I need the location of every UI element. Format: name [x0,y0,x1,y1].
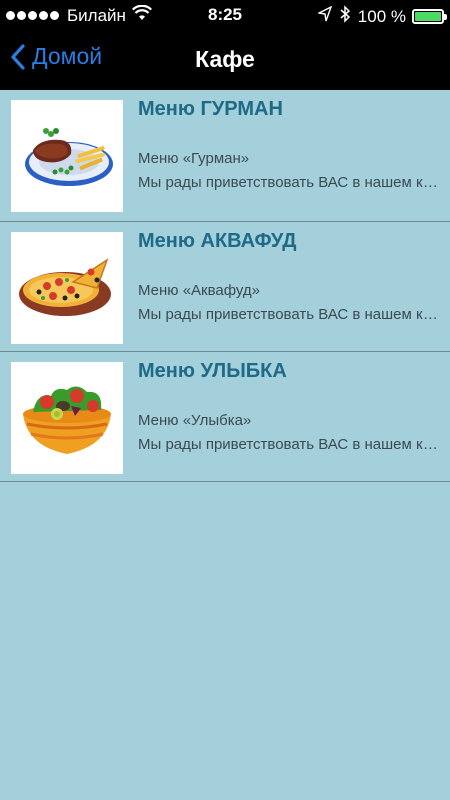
list-item-description: Мы рады приветствовать ВАС в нашем кафе [138,306,438,323]
battery-percent: 100 % [357,6,406,26]
list-item-description: Мы рады приветствовать ВАС в нашем кафе [138,174,438,191]
list-item[interactable]: Меню АКВАФУД Меню «Аквафуд» Мы рады прив… [0,222,450,352]
salad-bowl-image [11,362,123,474]
list-item-description: Мы рады приветствовать ВАС в нашем кафе [138,436,438,453]
list-item-title: Меню УЛЫБКА [138,360,287,382]
menu-list: Меню ГУРМАН Меню «Гурман» Мы рады привет… [0,90,450,482]
status-right: 100 % [316,5,447,28]
page-title: Кафе [195,46,255,72]
list-item-title: Меню ГУРМАН [138,98,283,120]
list-item-subtitle: Меню «Аквафуд» [138,282,261,299]
list-item-subtitle: Меню «Улыбка» [138,412,252,429]
location-arrow-icon [316,5,333,27]
steak-plate-image [11,100,123,212]
list-item-title: Меню АКВАФУД [138,230,297,252]
battery-fill [415,12,441,21]
battery-icon [412,9,447,24]
list-item-subtitle: Меню «Гурман» [138,150,250,167]
bluetooth-icon [340,5,350,28]
navigation-bar: Домой Кафе [0,30,450,90]
list-item[interactable]: Меню УЛЫБКА Меню «Улыбка» Мы рады привет… [0,352,450,482]
pizza-image [11,232,123,344]
list-item[interactable]: Меню ГУРМАН Меню «Гурман» Мы рады привет… [0,90,450,222]
status-bar: Билайн 8:25 100 % [0,0,450,30]
